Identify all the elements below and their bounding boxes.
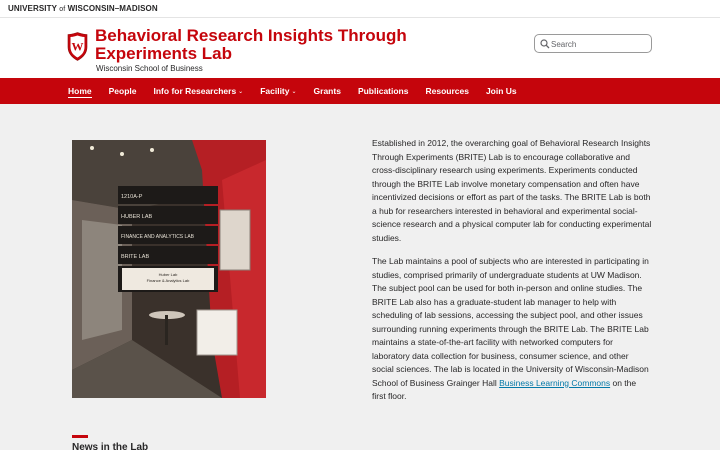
subject-pool-paragraph: The Lab maintains a pool of subjects who… bbox=[372, 256, 649, 401]
site-header: W Behavioral Research Insights Through E… bbox=[0, 18, 720, 78]
lab-entrance-photo: 1210A-P HUBER LAB FINANCE AND ANALYTICS … bbox=[72, 140, 266, 398]
chevron-down-icon: ⌄ bbox=[238, 88, 244, 95]
sign-brite-lab: BRITE LAB bbox=[121, 254, 149, 260]
intro-paragraph: Established in 2012, the overarching goa… bbox=[372, 138, 652, 243]
sign-room-number: 1210A-P bbox=[121, 194, 143, 200]
news-accent-bar bbox=[72, 435, 88, 438]
uw-crest-icon[interactable]: W bbox=[67, 32, 88, 61]
plaque-finance-lab: Finance & Analytics Lab bbox=[147, 278, 190, 283]
nav-publications[interactable]: Publications bbox=[358, 78, 409, 104]
search-icon bbox=[540, 39, 550, 49]
lab-description: Established in 2012, the overarching goa… bbox=[372, 137, 652, 414]
university-link[interactable]: UNIVERSITY of WISCONSIN–MADISON bbox=[8, 4, 158, 13]
university-topbar: UNIVERSITY of WISCONSIN–MADISON bbox=[0, 0, 720, 18]
site-subtitle[interactable]: Wisconsin School of Business bbox=[96, 64, 203, 73]
nav-facility[interactable]: Facility ⌄ bbox=[260, 78, 296, 104]
sign-finance-lab: FINANCE AND ANALYTICS LAB bbox=[121, 234, 195, 240]
news-heading: News in the Lab bbox=[72, 442, 149, 450]
nav-grants[interactable]: Grants bbox=[314, 78, 341, 104]
nav-info-for-researchers[interactable]: Info for Researchers ⌄ bbox=[154, 78, 244, 104]
site-title[interactable]: Behavioral Research Insights Through Exp… bbox=[95, 27, 415, 63]
lab-photo-illustration: 1210A-P HUBER LAB FINANCE AND ANALYTICS … bbox=[72, 140, 266, 398]
nav-home[interactable]: Home bbox=[68, 78, 92, 104]
chevron-down-icon: ⌄ bbox=[291, 88, 297, 95]
search-input[interactable] bbox=[551, 37, 647, 51]
sign-huber-lab: HUBER LAB bbox=[121, 214, 153, 220]
search-box[interactable] bbox=[534, 34, 652, 53]
plaque-huber-lab: Huber Lab bbox=[159, 272, 178, 277]
main-nav: Home People Info for Researchers ⌄ Facili… bbox=[0, 78, 720, 104]
nav-people[interactable]: People bbox=[109, 78, 137, 104]
svg-text:W: W bbox=[72, 40, 84, 54]
business-learning-commons-link[interactable]: Business Learning Commons bbox=[499, 378, 610, 388]
nav-join-us[interactable]: Join Us bbox=[486, 78, 517, 104]
nav-resources[interactable]: Resources bbox=[425, 78, 468, 104]
